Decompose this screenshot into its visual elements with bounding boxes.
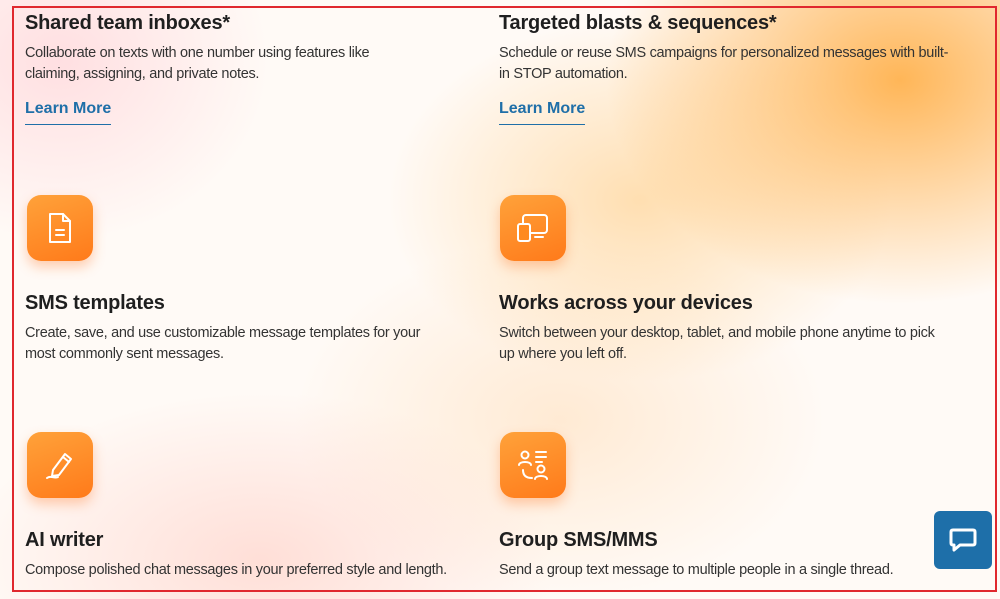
- feature-title: Works across your devices: [499, 292, 753, 314]
- feature-description: Schedule or reuse SMS campaigns for pers…: [499, 45, 949, 82]
- learn-more-link[interactable]: Learn More: [25, 100, 112, 125]
- chat-button[interactable]: [934, 511, 992, 569]
- feature-sms-templates: SMS templates Create, save, and use cust…: [25, 292, 465, 365]
- chat-bubble-icon: [949, 528, 977, 552]
- feature-shared-team-inboxes: Shared team inboxes* Collaborate on text…: [25, 12, 465, 125]
- feature-description: Switch between your desktop, tablet, and…: [499, 325, 935, 362]
- feature-title: Group SMS/MMS: [499, 529, 658, 551]
- feature-title: AI writer: [25, 529, 104, 551]
- devices-icon: [500, 195, 566, 261]
- feature-title: Shared team inboxes*: [25, 12, 230, 34]
- feature-description: Send a group text message to multiple pe…: [499, 562, 894, 578]
- feature-group-sms-mms: Group SMS/MMS Send a group text message …: [499, 529, 939, 581]
- group-icon: [500, 432, 566, 498]
- feature-works-across-devices: Works across your devices Switch between…: [499, 292, 939, 365]
- pen-icon: [27, 432, 93, 498]
- learn-more-link[interactable]: Learn More: [499, 100, 586, 125]
- feature-targeted-blasts: Targeted blasts & sequences* Schedule or…: [499, 12, 948, 125]
- feature-description: Create, save, and use customizable messa…: [25, 325, 421, 362]
- feature-title: Targeted blasts & sequences*: [499, 12, 777, 34]
- feature-title: SMS templates: [25, 292, 165, 314]
- feature-description: Collaborate on texts with one number usi…: [25, 45, 370, 82]
- feature-description: Compose polished chat messages in your p…: [25, 562, 447, 578]
- feature-ai-writer: AI writer Compose polished chat messages…: [25, 529, 465, 581]
- document-icon: [27, 195, 93, 261]
